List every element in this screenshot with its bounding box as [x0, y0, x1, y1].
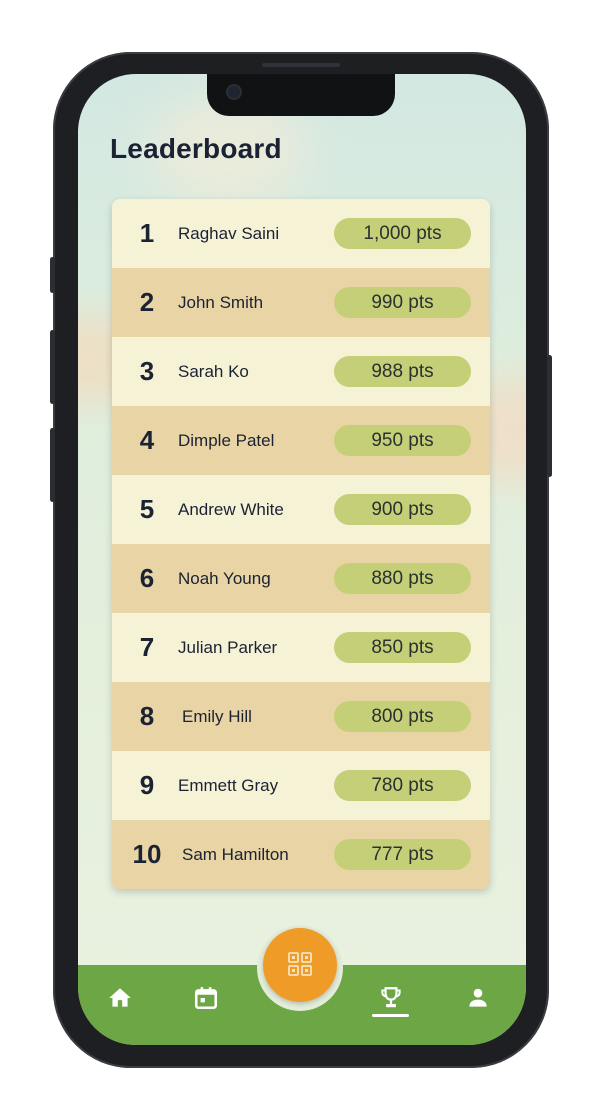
rank-number: 6 [139, 563, 155, 593]
points-badge: 900 pts [334, 494, 471, 525]
leaderboard-row[interactable]: 4 Dimple Patel 950 pts [112, 406, 490, 475]
volume-down-button [50, 428, 55, 502]
trophy-icon[interactable] [378, 985, 404, 1011]
rank-number: 2 [139, 287, 155, 317]
home-icon[interactable] [107, 985, 133, 1011]
player-name: Raghav Saini [178, 223, 280, 243]
points-badge: 800 pts [334, 701, 471, 732]
leaderboard-row[interactable]: 6 Noah Young 880 pts [112, 544, 490, 613]
rank-number: 5 [139, 494, 155, 524]
leaderboard-row[interactable]: 3 Sarah Ko 988 pts [112, 337, 490, 406]
leaderboard-row[interactable]: 8 Emily Hill 800 pts [112, 682, 490, 751]
power-button [547, 355, 552, 477]
points-badge: 950 pts [334, 425, 471, 456]
rank-number: 10 [132, 839, 162, 869]
leaderboard-row[interactable]: 9 Emmett Gray 780 pts [112, 751, 490, 820]
player-name: Dimple Patel [178, 430, 275, 450]
player-name: Andrew White [178, 499, 284, 519]
volume-up-button [50, 330, 55, 404]
player-name: Julian Parker [178, 637, 278, 657]
points-badge: 880 pts [334, 563, 471, 594]
qr-code-icon [288, 952, 312, 976]
player-name: Emily Hill [182, 706, 252, 726]
player-name: Noah Young [178, 568, 271, 588]
rank-number: 9 [139, 770, 155, 800]
profile-icon[interactable] [465, 985, 491, 1011]
points-badge: 780 pts [334, 770, 471, 801]
front-camera [228, 86, 240, 98]
earpiece-speaker [262, 63, 340, 67]
rank-number: 4 [139, 425, 155, 455]
player-name: Sam Hamilton [182, 844, 289, 864]
points-badge: 1,000 pts [334, 218, 471, 249]
scan-button[interactable] [263, 928, 337, 1002]
player-name: Emmett Gray [178, 775, 279, 795]
points-badge: 777 pts [334, 839, 471, 870]
leaderboard-row[interactable]: 2 John Smith 990 pts [112, 268, 490, 337]
rank-number: 1 [139, 218, 155, 248]
active-tab-indicator [372, 1014, 409, 1017]
player-name: John Smith [178, 292, 264, 312]
leaderboard-row[interactable]: 7 Julian Parker 850 pts [112, 613, 490, 682]
leaderboard-row[interactable]: 1 Raghav Saini 1,000 pts [112, 199, 490, 268]
leaderboard-row[interactable]: 5 Andrew White 900 pts [112, 475, 490, 544]
rank-number: 3 [139, 356, 155, 386]
leaderboard-row[interactable]: 10 Sam Hamilton 777 pts [112, 820, 490, 889]
rank-number: 8 [139, 701, 155, 731]
page-title: Leaderboard [110, 133, 282, 164]
rank-number: 7 [139, 632, 155, 662]
points-badge: 988 pts [334, 356, 471, 387]
leaderboard-list: 1 Raghav Saini 1,000 pts 2 John Smith 99… [112, 199, 490, 889]
points-badge: 850 pts [334, 632, 471, 663]
points-badge: 990 pts [334, 287, 471, 318]
player-name: Sarah Ko [178, 361, 249, 381]
calendar-icon[interactable] [193, 985, 219, 1011]
mute-switch [50, 257, 55, 293]
